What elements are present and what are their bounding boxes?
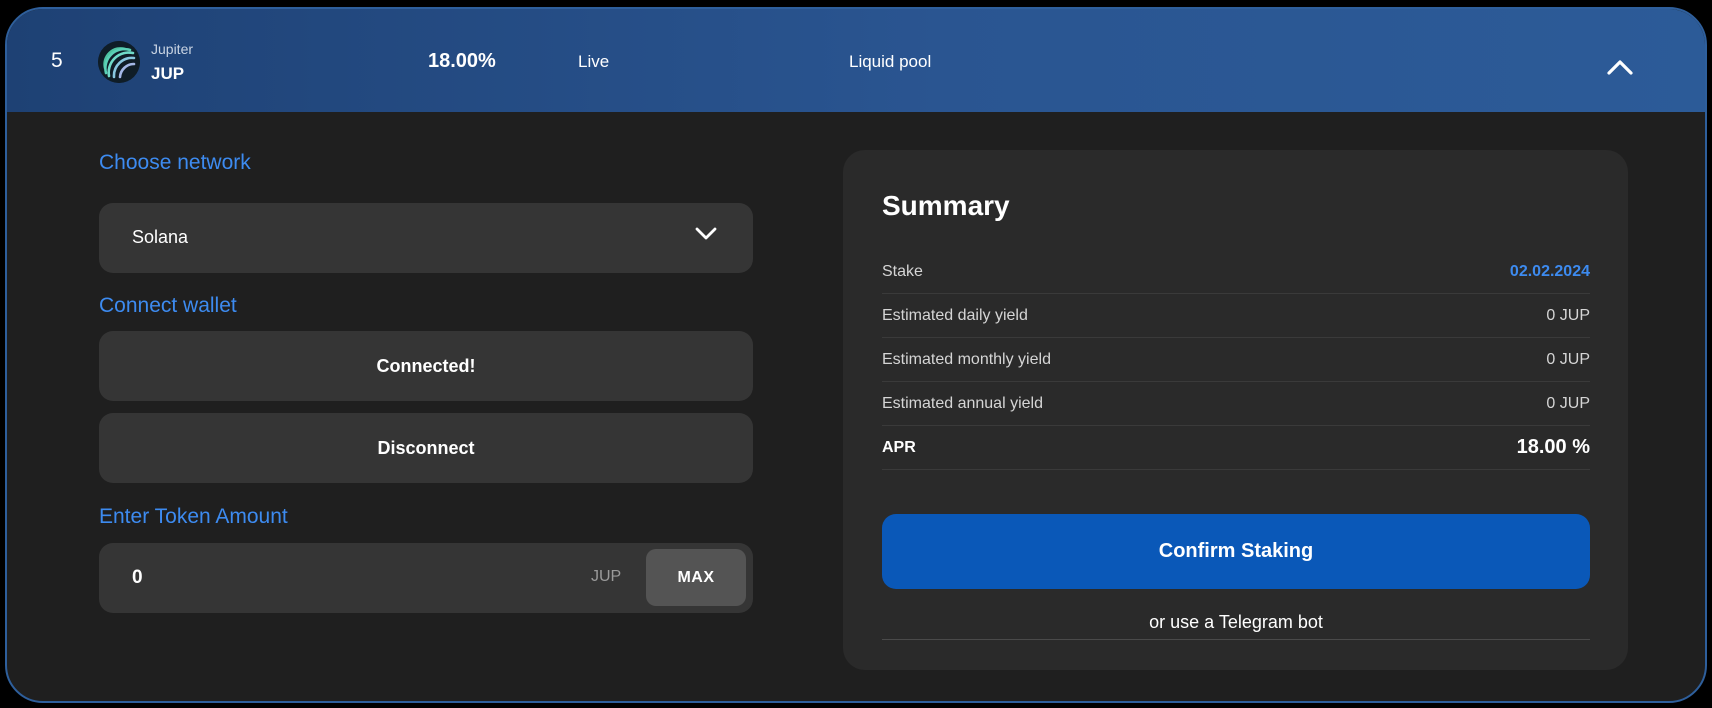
network-selected-value: Solana — [132, 227, 189, 247]
chevron-up-icon[interactable] — [1602, 49, 1638, 85]
summary-row-stake: Stake 02.02.2024 — [882, 250, 1590, 294]
apr-value: 18.00 % — [1516, 436, 1590, 458]
chevron-down-icon — [695, 227, 717, 246]
token-full-name: Jupiter — [151, 41, 194, 57]
connect-wallet-title: Connect wallet — [99, 294, 237, 317]
token-amount-unit: JUP — [591, 568, 622, 585]
disconnect-button[interactable]: Disconnect — [99, 413, 753, 483]
monthly-yield-value: 0 JUP — [1546, 350, 1590, 368]
confirm-staking-button[interactable]: Confirm Staking — [882, 514, 1590, 589]
pool-status: Live — [578, 52, 610, 71]
max-button[interactable]: MAX — [646, 549, 746, 606]
pool-rank: 5 — [51, 49, 63, 72]
summary-panel: Summary Stake 02.02.2024 Estimated daily… — [843, 150, 1628, 670]
token-amount-title: Enter Token Amount — [99, 505, 288, 528]
wallet-connected-button[interactable]: Connected! — [99, 331, 753, 401]
summary-row-apr: APR 18.00 % — [882, 426, 1590, 470]
stake-date-value: 02.02.2024 — [1509, 262, 1590, 280]
jupiter-logo-icon — [98, 41, 140, 83]
pool-row-header[interactable]: 5 Jupiter JUP 18.00% Live Liquid pool — [7, 9, 1705, 112]
summary-row-label: Stake — [882, 262, 923, 280]
pool-apr: 18.00% — [428, 50, 496, 72]
daily-yield-value: 0 JUP — [1546, 306, 1590, 324]
summary-rows: Stake 02.02.2024 Estimated daily yield 0… — [882, 250, 1590, 470]
network-select[interactable]: Solana — [99, 203, 753, 273]
choose-network-title: Choose network — [99, 151, 251, 174]
summary-row-daily-yield: Estimated daily yield 0 JUP — [882, 294, 1590, 338]
summary-row-label: Estimated annual yield — [882, 394, 1043, 412]
token-amount-field: JUP MAX — [99, 543, 753, 613]
summary-row-label: Estimated monthly yield — [882, 350, 1051, 368]
telegram-bot-link[interactable]: or use a Telegram bot — [882, 605, 1590, 640]
pool-type: Liquid pool — [849, 52, 932, 71]
token-symbol: JUP — [151, 64, 185, 83]
summary-row-label: APR — [882, 438, 916, 456]
summary-title: Summary — [882, 190, 1010, 221]
staking-pool-card: 5 Jupiter JUP 18.00% Live Liquid pool Ch… — [5, 7, 1707, 703]
annual-yield-value: 0 JUP — [1546, 394, 1590, 412]
token-amount-input[interactable] — [132, 561, 562, 595]
summary-row-label: Estimated daily yield — [882, 306, 1028, 324]
summary-row-monthly-yield: Estimated monthly yield 0 JUP — [882, 338, 1590, 382]
summary-row-annual-yield: Estimated annual yield 0 JUP — [882, 382, 1590, 426]
